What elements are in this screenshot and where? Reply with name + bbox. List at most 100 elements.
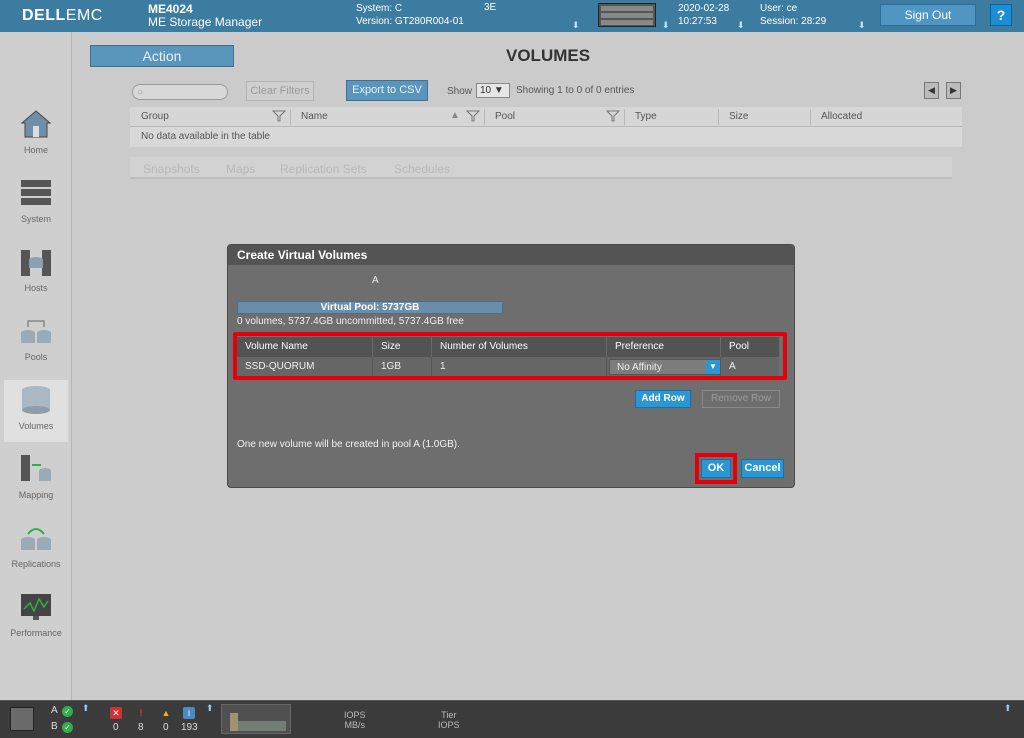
error-icon[interactable]: ! (135, 707, 147, 719)
column-header-group[interactable]: Group (141, 111, 169, 122)
check-icon: ✓ (62, 722, 73, 733)
tier-iops-indicator[interactable]: Tier IOPS (438, 710, 460, 730)
sort-asc-icon[interactable]: ▲ (450, 110, 460, 121)
home-icon (20, 110, 52, 138)
sidebar-item-label: Pools (24, 352, 48, 362)
tab-schedules[interactable]: Schedules (394, 162, 450, 176)
iops-mbs-indicator[interactable]: IOPS MB/s (344, 710, 366, 730)
ok-button[interactable]: OK (701, 459, 731, 478)
column-header-pool[interactable]: Pool (495, 111, 515, 122)
check-icon: ✓ (62, 706, 73, 717)
create-virtual-volumes-dialog: Create Virtual Volumes A Virtual Pool: 5… (227, 244, 795, 488)
sidebar-item-mapping[interactable]: Mapping (4, 449, 68, 511)
tab-replication-sets[interactable]: Replication Sets (280, 162, 367, 176)
search-icon: ○ (137, 87, 144, 98)
column-header-allocated[interactable]: Allocated (821, 111, 862, 122)
expand-icon[interactable]: ⬆ (1004, 703, 1012, 714)
column-header-name[interactable]: Name (301, 111, 328, 122)
pool-stats: 0 volumes, 5737.4GB uncommitted, 5737.4G… (237, 316, 464, 327)
next-page-button[interactable]: ▶ (946, 82, 961, 99)
sidebar-item-label: Mapping (18, 490, 54, 500)
controller-b-label: B (51, 721, 58, 732)
system-info: System: C Version: GT280R004-01 (356, 2, 464, 28)
show-label: Show (447, 86, 473, 97)
search-input[interactable]: ○ (132, 84, 228, 100)
sidebar-item-home[interactable]: Home (4, 104, 68, 166)
column-header-type[interactable]: Type (635, 111, 657, 122)
entries-info: Showing 1 to 0 of 0 entries (516, 85, 635, 96)
tab-maps[interactable]: Maps (226, 162, 255, 176)
enclosure-thumbnail[interactable] (598, 3, 656, 27)
filter-icon[interactable] (466, 110, 480, 122)
export-csv-button[interactable]: Export to CSV (346, 80, 428, 101)
system-expand-icon[interactable]: ⬇ (572, 20, 580, 31)
system-name: System: C (356, 3, 403, 14)
page-title: VOLUMES (506, 46, 591, 65)
volume-subtabs: Snapshots Maps Replication Sets Schedule… (130, 157, 952, 179)
warning-icon[interactable]: ▲ (160, 707, 172, 719)
enclosure-expand-icon[interactable]: ⬇ (662, 20, 670, 31)
sidebar-item-pools[interactable]: Pools (4, 311, 68, 373)
product-info: ME4024 ME Storage Manager (148, 3, 262, 29)
page-size-select[interactable]: 10 ▼ (476, 83, 510, 98)
sidebar-item-performance[interactable]: Performance (4, 587, 68, 649)
top-header: DELLEMC ME4024 ME Storage Manager System… (0, 0, 1024, 32)
tab-snapshots[interactable]: Snapshots (143, 162, 200, 176)
sidebar-item-label: Replications (11, 559, 61, 569)
controller-a-label: A (51, 705, 58, 716)
enclosure-icon[interactable] (10, 707, 34, 731)
creation-summary: One new volume will be created in pool A… (237, 439, 460, 450)
prev-page-button[interactable]: ◀ (924, 82, 939, 99)
dialog-title: Create Virtual Volumes (228, 245, 794, 265)
sidebar-item-label: System (20, 214, 51, 224)
date-time: 2020-02-28 10:27:53 (678, 2, 729, 28)
expand-icon[interactable]: ⬆ (206, 703, 214, 714)
capacity-graph[interactable] (221, 704, 291, 734)
filter-icon[interactable] (272, 110, 286, 122)
dell-emc-logo: DELLEMC (22, 7, 103, 24)
help-button[interactable]: ? (990, 4, 1012, 26)
info-icon[interactable]: i (183, 707, 195, 719)
date-text: 2020-02-28 (678, 3, 730, 14)
datetime-expand-icon[interactable]: ⬇ (737, 20, 745, 31)
sidebar: Home System Hosts Pools Volumes Mapping … (0, 32, 72, 700)
status-footer: A ✓ B ✓ ⬆ ✕ 0 ! 8 ▲ 0 i 193 ⬆ IOPS MB/s … (0, 700, 1024, 738)
volumes-icon (22, 386, 50, 414)
mbs-label: MB/s (344, 720, 366, 730)
performance-icon (21, 594, 51, 620)
filter-icon[interactable] (606, 110, 620, 122)
clear-filters-button[interactable]: Clear Filters (246, 81, 314, 101)
remove-row-button[interactable]: Remove Row (702, 390, 780, 408)
cancel-button[interactable]: Cancel (741, 459, 784, 478)
critical-icon[interactable]: ✕ (110, 707, 122, 719)
expand-icon[interactable]: ⬆ (82, 703, 90, 714)
sidebar-item-replications[interactable]: Replications (4, 518, 68, 580)
user-expand-icon[interactable]: ⬇ (858, 20, 866, 31)
pool-label: A (372, 275, 379, 286)
pool-capacity-bar: Virtual Pool: 5737GB (237, 301, 503, 314)
sidebar-item-label: Home (23, 145, 48, 155)
volumes-table: Group Name ▲ Pool Type Size Allocated No… (130, 107, 962, 147)
column-header-size[interactable]: Size (729, 111, 748, 122)
mapping-icon (21, 455, 51, 481)
action-button[interactable]: Action (90, 45, 234, 67)
system-extra: 3E (484, 2, 497, 13)
replications-icon (21, 528, 51, 550)
sidebar-item-label: Hosts (24, 283, 48, 293)
warning-count: 0 (163, 722, 169, 733)
critical-count: 0 (113, 722, 119, 733)
hosts-icon (21, 250, 51, 276)
info-count: 193 (181, 722, 198, 733)
sign-out-button[interactable]: Sign Out (880, 4, 976, 26)
empty-table-message: No data available in the table (130, 127, 962, 147)
table-header: Group Name ▲ Pool Type Size Allocated (130, 107, 962, 127)
highlight-box-table (233, 332, 787, 380)
sidebar-item-volumes[interactable]: Volumes (4, 380, 68, 442)
product-name: ME Storage Manager (148, 15, 263, 29)
time-text: 10:27:53 (678, 16, 717, 27)
add-row-button[interactable]: Add Row (635, 390, 691, 408)
sidebar-item-label: Performance (10, 628, 62, 638)
sidebar-item-system[interactable]: System (4, 173, 68, 235)
sidebar-item-hosts[interactable]: Hosts (4, 242, 68, 304)
sidebar-item-label: Volumes (18, 421, 54, 431)
